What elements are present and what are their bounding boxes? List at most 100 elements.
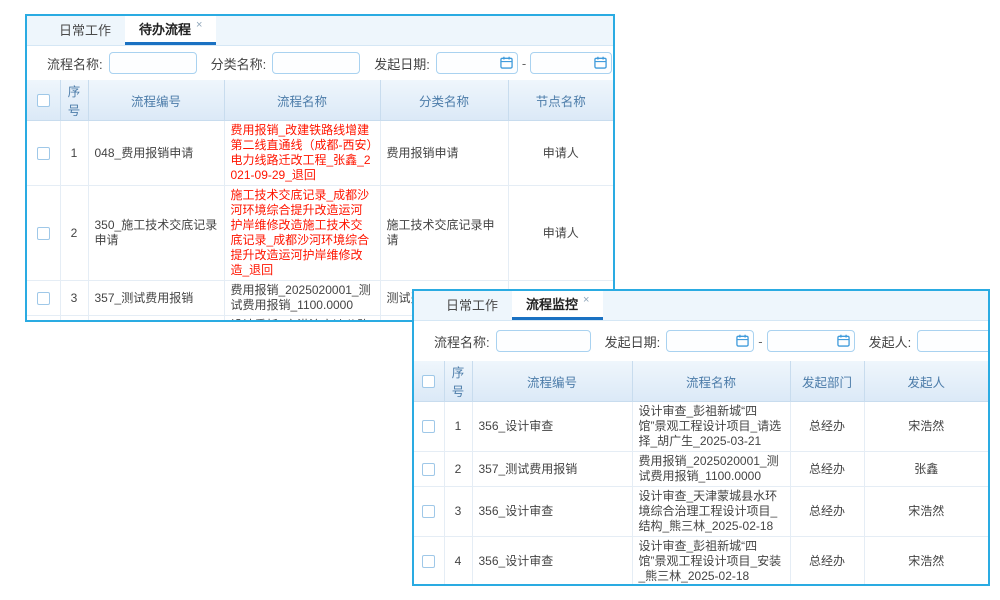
- workflow-monitor-table: 序号流程编号流程名称发起部门发起人 1356_设计审查设计审查_彭祖新城“四馆”…: [414, 361, 988, 586]
- column-header: 序号: [60, 80, 88, 121]
- cell: 357_测试费用报销: [88, 281, 224, 316]
- select-all-checkbox[interactable]: [37, 94, 50, 107]
- row-checkbox[interactable]: [37, 227, 50, 240]
- cell: 设计审查_彭祖新城“四馆”景观工程设计项目_请选择_胡广生_2025-03-21: [632, 402, 790, 452]
- row-checkbox-cell: [414, 452, 444, 487]
- row-checkbox-cell: [414, 487, 444, 537]
- cell: 1: [60, 121, 88, 186]
- initiator-input[interactable]: [917, 330, 988, 352]
- column-header: 发起人: [864, 361, 988, 402]
- row-checkbox[interactable]: [422, 420, 435, 433]
- tab-label: 日常工作: [59, 23, 111, 38]
- cell: 3: [444, 487, 472, 537]
- select-all-checkbox[interactable]: [422, 375, 435, 388]
- column-header: 流程编号: [472, 361, 632, 402]
- calendar-icon[interactable]: [594, 56, 607, 69]
- date-range-separator: -: [758, 334, 762, 349]
- column-header: 发起部门: [790, 361, 864, 402]
- cell: 宋浩然: [864, 537, 988, 587]
- row-checkbox[interactable]: [37, 292, 50, 305]
- cell: 3: [60, 281, 88, 316]
- pending-workflow-table: 序号流程编号流程名称分类名称节点名称 1048_费用报销申请费用报销_改建铁路线…: [27, 80, 613, 322]
- calendar-icon[interactable]: [500, 56, 513, 69]
- cell: 1: [444, 402, 472, 452]
- panel-pending-workflow: 日常工作 待办流程 × 流程名称: 分类名称: 发起日期: -: [25, 14, 615, 322]
- cell: 048_费用报销申请: [88, 121, 224, 186]
- table-row: 2350_施工技术交底记录申请施工技术交底记录_成都沙河环境综合提升改造运河护岸…: [27, 186, 613, 281]
- cell: 宋浩然: [864, 402, 988, 452]
- workflow-name-label: 流程名称:: [434, 332, 490, 351]
- calendar-icon[interactable]: [736, 334, 749, 347]
- column-header: 流程编号: [88, 80, 224, 121]
- cell: 宋浩然: [864, 487, 988, 537]
- table-row: 1356_设计审查设计审查_彭祖新城“四馆”景观工程设计项目_请选择_胡广生_2…: [414, 402, 988, 452]
- table-header-row: 序号流程编号流程名称分类名称节点名称: [27, 80, 613, 121]
- row-checkbox[interactable]: [37, 147, 50, 160]
- row-checkbox[interactable]: [422, 463, 435, 476]
- tab-daily-work[interactable]: 日常工作: [45, 16, 125, 45]
- tab-label: 流程监控: [526, 297, 578, 312]
- cell: 申请人: [508, 121, 613, 186]
- header-checkbox-cell: [27, 80, 60, 121]
- cell: 费用报销申请: [380, 121, 508, 186]
- row-checkbox-cell: [414, 537, 444, 587]
- table-row: 1048_费用报销申请费用报销_改建铁路线增建第二线直通线（成都-西安）电力线路…: [27, 121, 613, 186]
- cell: 337_设计委托申请: [88, 316, 224, 323]
- cell: 总经办: [790, 487, 864, 537]
- cell: 总经办: [790, 537, 864, 587]
- start-date-label: 发起日期:: [605, 332, 661, 351]
- date-range-separator: -: [522, 56, 526, 71]
- cell: 2: [444, 452, 472, 487]
- cell: 费用报销_2025020001_测试费用报销_1100.0000: [224, 281, 380, 316]
- cell: 总经办: [790, 452, 864, 487]
- table-row: 4356_设计审查设计审查_彭祖新城“四馆”景观工程设计项目_安装_熊三林_20…: [414, 537, 988, 587]
- row-checkbox[interactable]: [422, 555, 435, 568]
- cell: 350_施工技术交底记录申请: [88, 186, 224, 281]
- cell: 费用报销_2025020001_测试费用报销_1100.0000: [632, 452, 790, 487]
- table-header-row: 序号流程编号流程名称发起部门发起人: [414, 361, 988, 402]
- column-header: 分类名称: [380, 80, 508, 121]
- column-header: 序号: [444, 361, 472, 402]
- start-date-to-field: [530, 52, 612, 74]
- row-checkbox-cell: [414, 402, 444, 452]
- calendar-icon[interactable]: [837, 334, 850, 347]
- tab-daily-work[interactable]: 日常工作: [432, 291, 512, 320]
- close-icon[interactable]: ×: [583, 294, 589, 306]
- cell: 356_设计审查: [472, 402, 632, 452]
- cell: 申请人: [508, 186, 613, 281]
- column-header: 流程名称: [632, 361, 790, 402]
- workflow-name-input[interactable]: [109, 52, 197, 74]
- start-date-from-field: [436, 52, 518, 74]
- initiator-label: 发起人:: [869, 332, 912, 351]
- column-header: 流程名称: [224, 80, 380, 121]
- cell: 总经办: [790, 402, 864, 452]
- cell: 费用报销_改建铁路线增建第二线直通线（成都-西安）电力线路迁改工程_张鑫_202…: [224, 121, 380, 186]
- cell: 356_设计审查: [472, 487, 632, 537]
- workflow-name-input[interactable]: [496, 330, 591, 352]
- cell: 设计委托_京港澳高速公路粤境韶关至广州互通路面改造中修工程: [224, 316, 380, 323]
- cell: 施工技术交底记录_成都沙河环境综合提升改造运河护岸维修改造施工技术交底记录_成都…: [224, 186, 380, 281]
- category-name-input[interactable]: [272, 52, 360, 74]
- tab-workflow-monitor[interactable]: 流程监控 ×: [512, 291, 603, 320]
- cell: 357_测试费用报销: [472, 452, 632, 487]
- filter-bar: 流程名称: 分类名称: 发起日期: - 发起人:: [27, 46, 613, 80]
- tab-pending-workflow[interactable]: 待办流程 ×: [125, 16, 216, 45]
- cell: 施工技术交底记录申请: [380, 186, 508, 281]
- tab-bar: 日常工作 流程监控 ×: [414, 291, 988, 321]
- tab-label: 待办流程: [139, 22, 191, 37]
- table-row: 2357_测试费用报销费用报销_2025020001_测试费用报销_1100.0…: [414, 452, 988, 487]
- row-checkbox[interactable]: [422, 505, 435, 518]
- start-date-label: 发起日期:: [374, 54, 430, 73]
- row-checkbox-cell: [27, 186, 60, 281]
- cell: 设计审查_彭祖新城“四馆”景观工程设计项目_安装_熊三林_2025-02-18: [632, 537, 790, 587]
- tab-bar: 日常工作 待办流程 ×: [27, 16, 613, 46]
- workflow-name-label: 流程名称:: [47, 54, 103, 73]
- row-checkbox-cell: [27, 316, 60, 323]
- row-checkbox-cell: [27, 281, 60, 316]
- column-header: 节点名称: [508, 80, 613, 121]
- start-date-from-field: [666, 330, 754, 352]
- tab-label: 日常工作: [446, 298, 498, 313]
- close-icon[interactable]: ×: [196, 19, 202, 31]
- cell: 设计审查_天津蒙城县水环境综合治理工程设计项目_结构_熊三林_2025-02-1…: [632, 487, 790, 537]
- category-name-label: 分类名称:: [211, 54, 267, 73]
